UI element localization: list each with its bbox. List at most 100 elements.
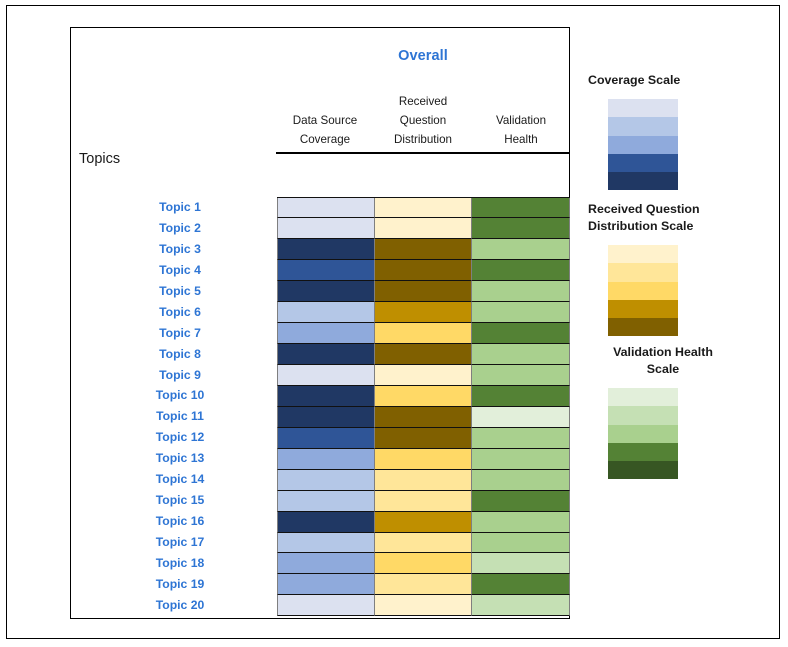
heatmap-cell[interactable] [374,239,473,261]
legend-swatch-validation-health-5 [608,461,678,480]
heatmap-cell[interactable] [277,344,375,365]
heatmap-cell[interactable] [374,281,473,303]
legend-swatch-stack [608,388,678,480]
heatmap-cell[interactable] [374,260,473,282]
heatmap-row [277,385,570,407]
heatmap-cell[interactable] [277,239,375,261]
legend-swatch-stack [608,99,678,191]
heatmap-cell[interactable] [472,323,570,345]
heatmap-cell[interactable] [472,365,570,386]
legend-swatch-received-question-distribution-4 [608,299,678,319]
heatmap-cell[interactable] [277,260,375,282]
heatmap-cell[interactable] [374,344,473,365]
heatmap-cell[interactable] [374,427,473,449]
legend-title: Received Question [588,202,700,216]
heatmap-row [277,197,570,219]
heatmap-cell[interactable] [472,344,570,365]
legend-swatch-validation-health-3 [608,424,678,443]
column-headers: Data Source Coverage Received Question D… [276,92,570,149]
heatmap-cell[interactable] [472,427,570,449]
heatmap-cell[interactable] [374,553,473,575]
topic-label: Topic 4 [159,262,201,277]
heatmap-cell[interactable] [277,406,375,428]
heatmap-cell[interactable] [472,281,570,303]
heatmap-cell[interactable] [472,511,570,533]
heatmap-cell[interactable] [472,448,570,470]
heatmap-cell[interactable] [277,595,375,617]
heatmap-cell[interactable] [374,218,473,240]
heatmap-cell[interactable] [277,553,375,575]
heatmap-row [277,448,570,470]
heatmap-cell[interactable] [472,406,570,428]
heatmap-cell[interactable] [277,532,375,554]
legend-swatch-coverage-3 [608,135,678,154]
topic-label: Topic 2 [159,220,201,235]
heatmap-cell[interactable] [374,406,473,428]
topic-label: Topic 9 [159,367,201,382]
heatmap-cell[interactable] [374,302,473,324]
legend-title: Validation Health [613,345,713,359]
heatmap-cell[interactable] [374,469,473,491]
heatmap-cell[interactable] [277,448,375,470]
heatmap-cell[interactable] [472,218,570,240]
heatmap-cell[interactable] [472,385,570,407]
heatmap-cell[interactable] [472,574,570,596]
column-header-line: Distribution [394,133,452,146]
header-divider-rule [276,152,570,155]
column-header-line: Data Source [292,114,358,127]
legend-swatch-validation-health-4 [608,442,678,462]
heatmap-cell[interactable] [277,511,375,533]
heatmap-cell[interactable] [277,574,375,596]
heatmap-cell[interactable] [374,385,473,407]
heatmap-cell[interactable] [277,490,375,512]
heatmap-cell[interactable] [374,323,473,345]
heatmap-cell[interactable] [277,469,375,491]
heatmap-cell[interactable] [472,532,570,554]
heatmap-cell[interactable] [277,197,375,219]
heatmap-cell[interactable] [277,302,375,324]
heatmap-cell[interactable] [374,511,473,533]
topics-axis-label: Topics [79,151,121,167]
heatmap-cell[interactable] [277,218,375,240]
heatmap-cell[interactable] [472,553,570,575]
column-header-validation-health: Validation Health [472,92,570,149]
topic-label: Topic 19 [155,576,205,591]
heatmap-cell[interactable] [472,197,570,219]
heatmap-cell[interactable] [374,197,473,219]
heatmap-cell[interactable] [472,302,570,324]
heatmap-cell[interactable] [277,385,375,407]
heatmap-cell[interactable] [374,448,473,470]
heatmap-cell[interactable] [374,574,473,596]
heatmap-cell[interactable] [374,490,473,512]
heatmap-figure: Overall Data Source Coverage Received Qu… [0,0,788,647]
topic-label: Topic 8 [159,346,201,361]
heatmap-row [277,469,570,491]
heatmap-cell[interactable] [374,532,473,554]
heatmap-row [277,323,570,345]
legend-swatch-coverage-4 [608,153,678,173]
heatmap-row [277,281,570,303]
heatmap-cell[interactable] [277,427,375,449]
heatmap-row [277,239,570,261]
legend-validation-health-scale: Validation Health Scale [588,344,758,480]
heatmap-cell[interactable] [472,469,570,491]
legend-swatch-coverage-2 [608,117,678,136]
heatmap-cell[interactable] [472,239,570,261]
heatmap-cell[interactable] [277,365,375,386]
legend-title: Distribution Scale [588,219,694,233]
legend-title: Scale [646,362,680,376]
legend-swatch-received-question-distribution-2 [608,263,678,282]
heatmap-cell[interactable] [472,595,570,617]
legend-coverage-scale: Coverage Scale [588,72,680,191]
topic-label: Topic 1 [159,200,201,214]
legend-swatch-coverage-5 [608,172,678,191]
legend-swatch-received-question-distribution-5 [608,318,678,337]
heatmap-cell[interactable] [472,260,570,282]
heatmap-cell[interactable] [374,595,473,617]
heatmap-cell[interactable] [374,365,473,386]
heatmap-row [277,490,570,512]
heatmap-cell[interactable] [472,490,570,512]
heatmap-cell[interactable] [277,281,375,303]
legend-swatch-stack [608,245,678,337]
heatmap-cell[interactable] [277,323,375,345]
